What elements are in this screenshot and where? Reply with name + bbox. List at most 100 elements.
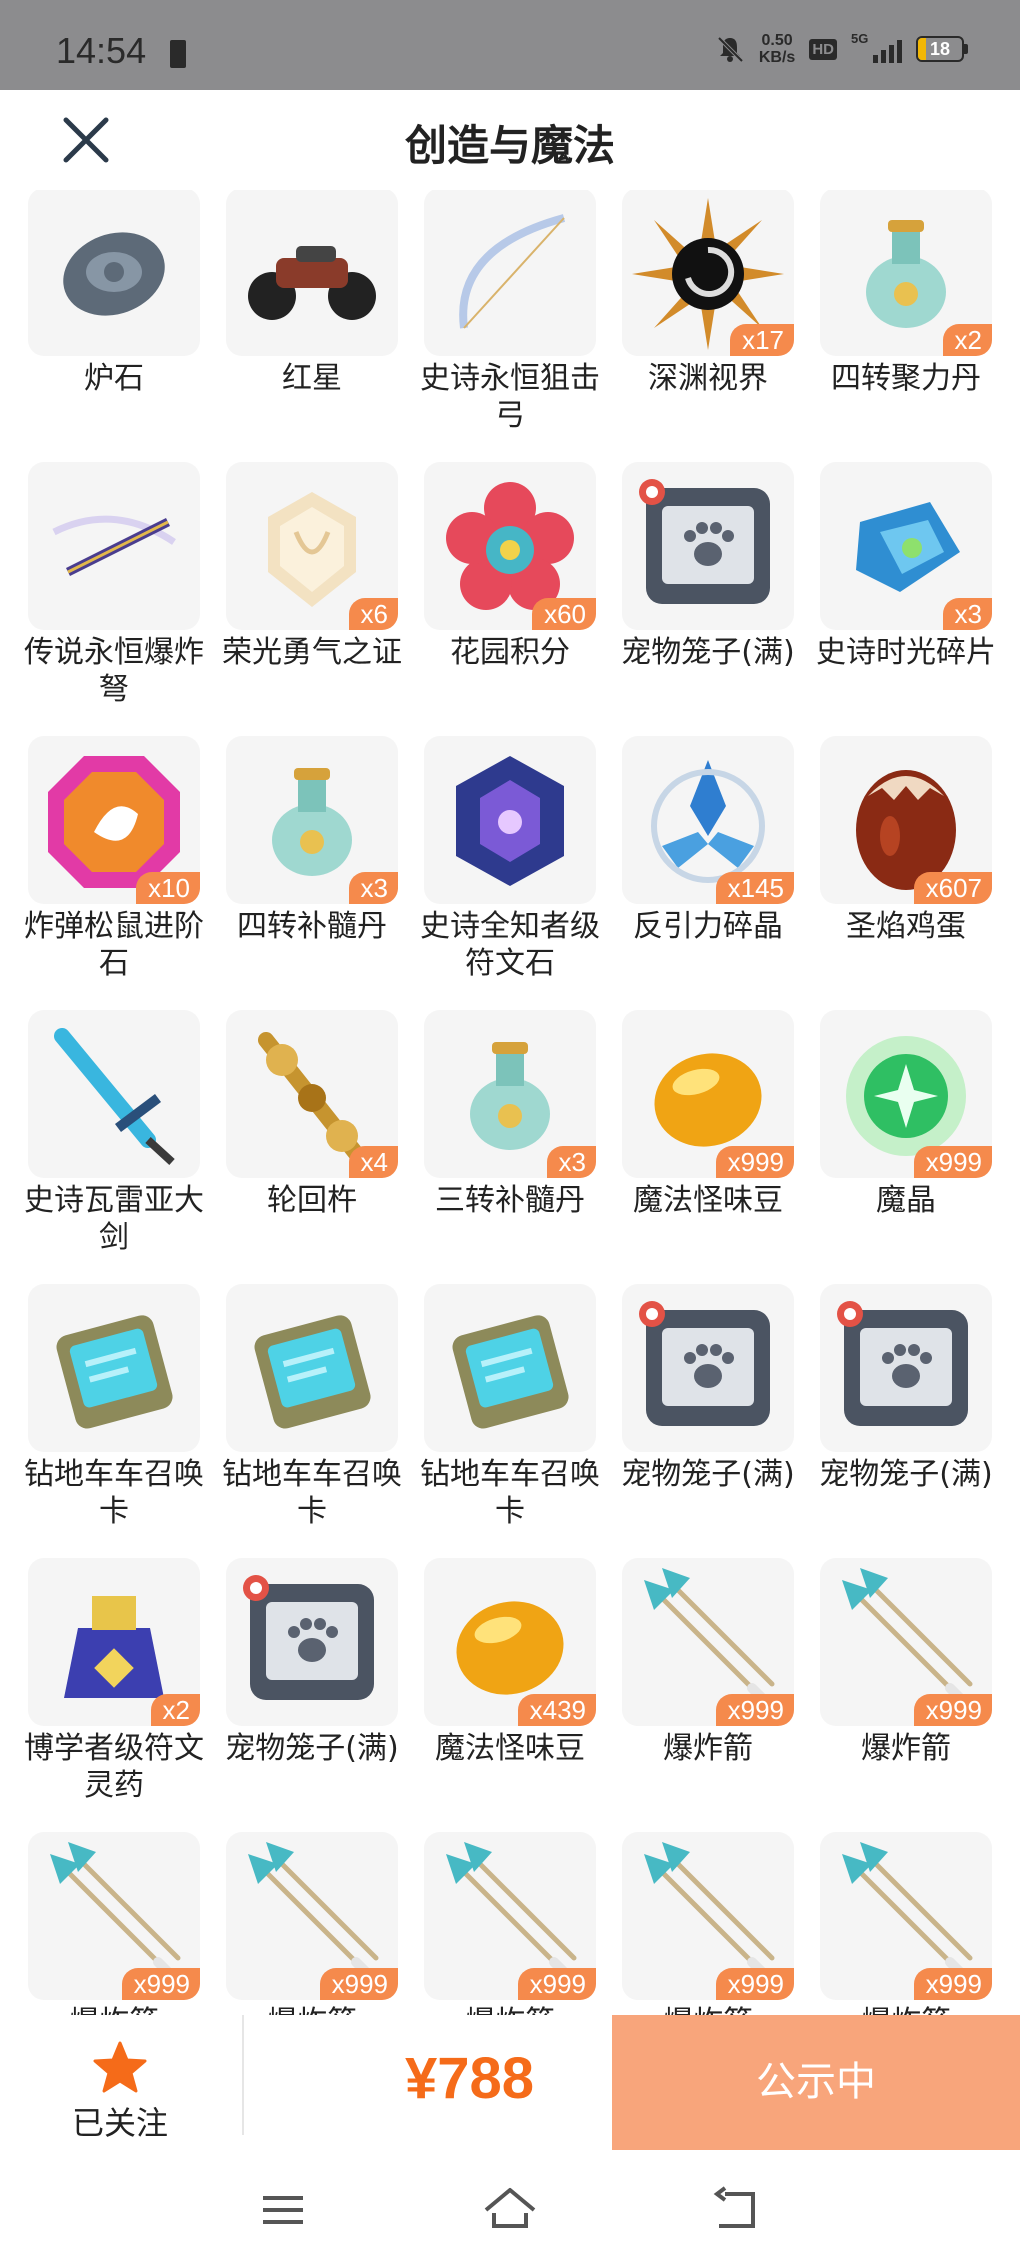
item-thumbnail xyxy=(424,1284,596,1452)
grid-item[interactable]: x999爆炸箭 xyxy=(820,1832,992,2015)
item-count-badge: x999 xyxy=(715,1146,794,1178)
grid-item[interactable]: x999爆炸箭 xyxy=(28,1832,200,2015)
item-grid[interactable]: 炉石 红星 史诗永恒狙击弓 x17 深渊视界 x2 四转聚力丹传说永恒爆炸弩 x6 荣光勇气之证… xyxy=(0,190,1020,2015)
publicity-status-button[interactable]: 公示中 xyxy=(612,2015,1020,2150)
item-name: 史诗时光碎片 xyxy=(816,635,996,670)
item-name: 魔法怪味豆 xyxy=(633,1183,783,1218)
grid-item[interactable]: 宠物笼子(满) xyxy=(621,1284,795,1493)
item-name: 爆炸箭 xyxy=(410,2004,610,2015)
pet-cage-icon xyxy=(243,1575,374,1700)
item-count-badge: x60 xyxy=(532,598,596,630)
grid-item[interactable]: x999爆炸箭 xyxy=(622,1832,794,2015)
grid-item[interactable]: x10 炸弹松鼠进阶石 xyxy=(24,736,204,982)
item-thumbnail xyxy=(424,736,596,904)
item-name: 博学者级符文灵药 xyxy=(24,1731,204,1803)
home-icon[interactable] xyxy=(480,2180,540,2240)
bow-icon xyxy=(459,214,566,329)
grid-item[interactable]: x2 博学者级符文灵药 xyxy=(24,1558,204,1804)
item-thumbnail: x999 xyxy=(28,1832,200,2000)
item-count-badge: x999 xyxy=(715,1968,794,2000)
grid-item[interactable]: x4 轮回杵 xyxy=(226,1010,398,1219)
item-name: 爆炸箭 xyxy=(663,1731,753,1766)
item-thumbnail xyxy=(622,1284,794,1452)
item-name: 史诗瓦雷亚大剑 xyxy=(24,1183,204,1255)
grid-item[interactable]: x999 魔晶 xyxy=(820,1010,992,1219)
item-name: 宠物笼子(满) xyxy=(225,1731,399,1766)
item-thumbnail: x3 xyxy=(226,736,398,904)
grid-item[interactable]: x3 四转补髓丹 xyxy=(226,736,398,945)
item-name: 爆炸箭 xyxy=(608,2004,808,2015)
item-count-badge: x3 xyxy=(348,872,398,904)
grid-item[interactable]: x6 荣光勇气之证 xyxy=(222,462,402,671)
follow-button[interactable]: 已关注 xyxy=(50,2040,190,2144)
grid-item[interactable]: x17 深渊视界 xyxy=(622,190,794,397)
item-count-badge: x2 xyxy=(150,1694,200,1726)
item-name: 四转补髓丹 xyxy=(237,909,387,944)
item-name: 魔晶 xyxy=(876,1183,936,1218)
grid-item[interactable]: 钻地车车召唤卡 xyxy=(222,1284,402,1530)
grid-item[interactable]: x999爆炸箭 xyxy=(226,1832,398,2015)
item-thumbnail: x439 xyxy=(424,1558,596,1726)
item-name: 爆炸箭 xyxy=(861,1731,951,1766)
item-count-badge: x4 xyxy=(348,1146,398,1178)
item-thumbnail: x6 xyxy=(226,462,398,630)
grid-item[interactable]: x999 魔法怪味豆 xyxy=(622,1010,794,1219)
grid-item[interactable]: x439 魔法怪味豆 xyxy=(424,1558,596,1767)
item-name: 荣光勇气之证 xyxy=(222,635,402,670)
header: 创造与魔法 xyxy=(0,90,1020,190)
grid-item[interactable]: x999 爆炸箭 xyxy=(622,1558,794,1767)
page-title: 创造与魔法 xyxy=(404,121,615,170)
network-speed-unit: KB/s xyxy=(758,49,796,66)
item-thumbnail: x10 xyxy=(28,736,200,904)
grid-item[interactable]: x3 三转补髓丹 xyxy=(424,1010,596,1219)
item-thumbnail xyxy=(622,462,794,630)
bottom-action-bar: 已关注 ¥788 公示中 xyxy=(0,2015,1020,2150)
mute-bell-icon xyxy=(717,36,744,63)
item-count-badge: x999 xyxy=(319,1968,398,2000)
grid-item[interactable]: x2 四转聚力丹 xyxy=(820,190,992,397)
grid-item[interactable]: x3 史诗时光碎片 xyxy=(816,462,996,671)
grid-item[interactable]: 传说永恒爆炸弩 xyxy=(24,462,204,708)
menu-icon[interactable] xyxy=(253,2180,313,2240)
grid-item[interactable]: 史诗瓦雷亚大剑 xyxy=(24,1010,204,1256)
grid-item[interactable]: 钻地车车召唤卡 xyxy=(24,1284,204,1530)
item-count-badge: x999 xyxy=(715,1694,794,1726)
item-thumbnail xyxy=(820,1284,992,1452)
grid-item[interactable]: x145 反引力碎晶 xyxy=(622,736,794,945)
grid-item[interactable]: x999爆炸箭 xyxy=(424,1832,596,2015)
hd-badge: HD xyxy=(809,38,837,60)
grid-item[interactable]: 钻地车车召唤卡 xyxy=(420,1284,600,1530)
divider xyxy=(242,2015,244,2135)
pet-cage-icon xyxy=(837,1301,968,1426)
grid-item[interactable]: 宠物笼子(满) xyxy=(819,1284,993,1493)
item-thumbnail xyxy=(28,190,200,356)
item-name: 反引力碎晶 xyxy=(633,909,783,944)
item-name: 史诗全知者级符文石 xyxy=(420,909,600,981)
status-bar: 14:54 0.50 KB/s HD 5G 18 xyxy=(0,0,1020,90)
grid-item[interactable]: x607 圣焰鸡蛋 xyxy=(820,736,992,945)
card-icon xyxy=(254,1315,371,1429)
grid-item[interactable]: 宠物笼子(满) xyxy=(621,462,795,671)
star-icon xyxy=(93,2041,147,2093)
item-name: 红星 xyxy=(282,361,342,396)
back-icon[interactable] xyxy=(707,2180,767,2240)
item-thumbnail: x999 xyxy=(622,1558,794,1726)
pet-cage-icon xyxy=(639,1301,770,1426)
item-name: 钻地车车召唤卡 xyxy=(222,1457,402,1529)
item-thumbnail: x4 xyxy=(226,1010,398,1178)
grid-item[interactable]: x999爆炸箭 xyxy=(820,1558,992,1767)
grid-item[interactable]: x60 花园积分 xyxy=(424,462,596,671)
sim-icon xyxy=(170,40,186,68)
grid-item[interactable]: 史诗全知者级符文石 xyxy=(420,736,600,982)
grid-item[interactable]: 史诗永恒狙击弓 xyxy=(420,190,600,434)
item-thumbnail: x999 xyxy=(622,1832,794,2000)
stone-icon xyxy=(63,232,165,316)
grid-item[interactable]: 宠物笼子(满) xyxy=(225,1558,399,1767)
status-icons: 0.50 KB/s HD 5G 18 xyxy=(715,31,968,66)
item-count-badge: x3 xyxy=(546,1146,596,1178)
signal-icon: 5G xyxy=(851,31,902,63)
item-name: 爆炸箭 xyxy=(212,2004,412,2015)
item-count-badge: x2 xyxy=(942,324,992,356)
grid-item[interactable]: 炉石 xyxy=(28,190,200,397)
grid-item[interactable]: 红星 xyxy=(226,190,398,397)
